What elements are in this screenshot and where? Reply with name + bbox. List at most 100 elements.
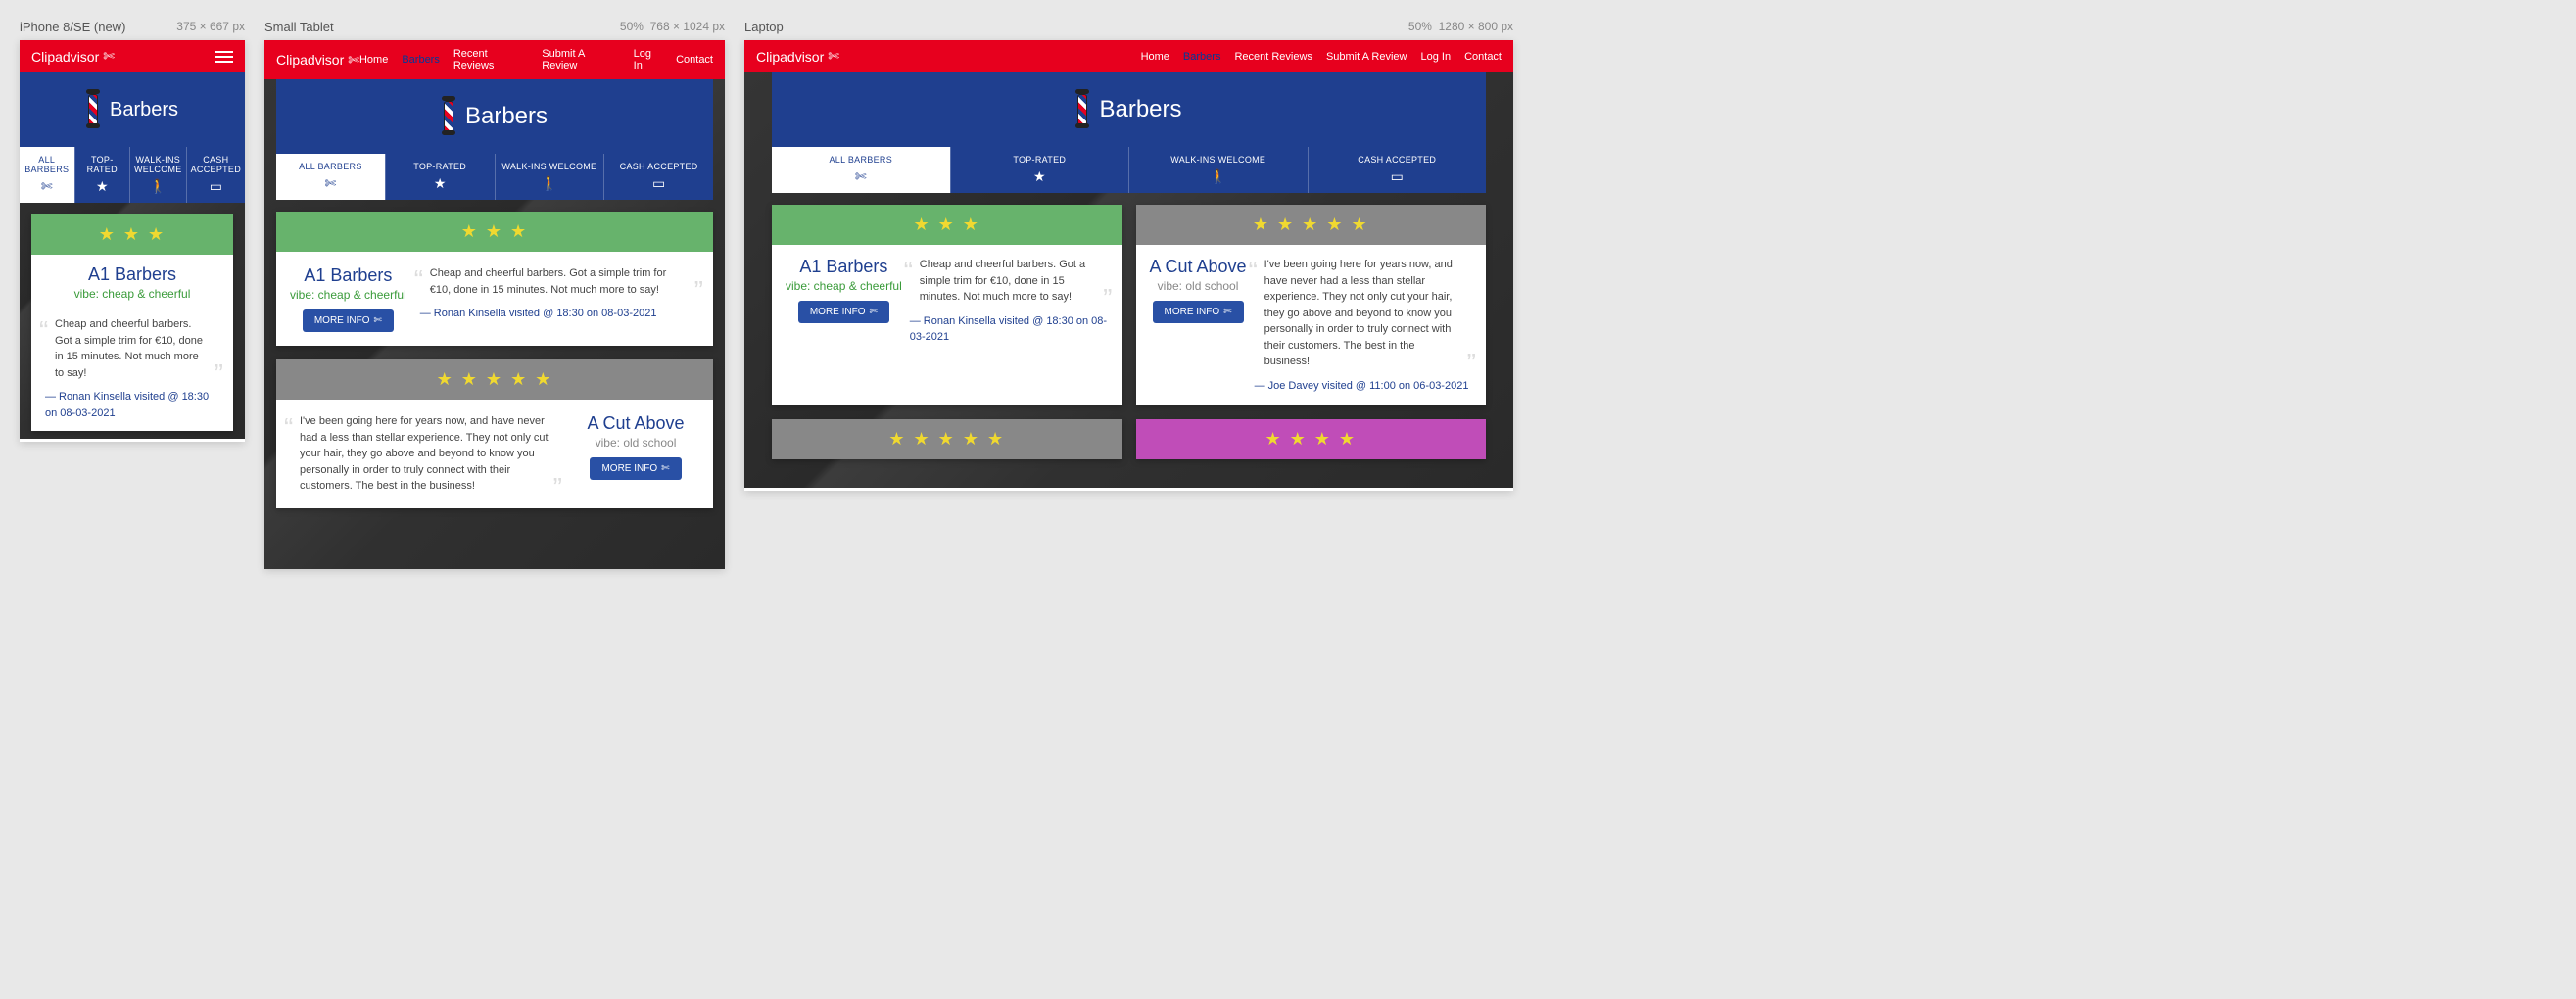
brand-text: Clipadvisor <box>756 49 824 65</box>
rating-stars: ★ ★ ★ <box>772 205 1122 245</box>
scissors-icon: ✄ <box>855 168 867 184</box>
nav-recent[interactable]: Recent Reviews <box>1234 51 1312 63</box>
walking-icon: 🚶 <box>1210 168 1226 184</box>
scissors-icon: ✄ <box>828 48 839 65</box>
cash-icon: ▭ <box>652 175 665 191</box>
walking-icon: 🚶 <box>150 178 167 194</box>
page-title: Barbers <box>465 103 548 130</box>
review-visited: — Ronan Kinsella visited @ 18:30 on 08-0… <box>910 313 1109 346</box>
button-label: MORE INFO <box>810 307 866 317</box>
hero-banner: Barbers <box>20 72 245 147</box>
topbar: Clipadvisor ✄ Home Barbers Recent Review… <box>264 40 725 79</box>
tab-cash[interactable]: CASH ACCEPTED▭ <box>603 154 713 200</box>
topbar: Clipadvisor ✄ <box>20 40 245 72</box>
tab-label: ALL BARBERS <box>776 155 946 165</box>
nav-barbers[interactable]: Barbers <box>402 54 440 66</box>
nav-submit[interactable]: Submit A Review <box>542 48 619 71</box>
tab-walkins[interactable]: WALK-INS WELCOME🚶 <box>129 147 186 203</box>
review-visited: — Ronan Kinsella visited @ 18:30 on 08-0… <box>45 389 219 421</box>
tab-label: WALK-INS WELCOME <box>1133 155 1304 165</box>
scissors-icon: ✄ <box>325 175 337 191</box>
rating-stars: ★ ★ ★ <box>276 212 713 252</box>
topbar: Clipadvisor ✄ Home Barbers Recent Review… <box>744 40 1513 72</box>
nav-login[interactable]: Log In <box>634 48 662 71</box>
barber-card: ★ ★ ★ ★ ★ <box>772 419 1122 459</box>
review-text: I've been going here for years now, and … <box>1255 257 1472 370</box>
brand[interactable]: Clipadvisor ✄ <box>756 48 839 65</box>
tab-cash[interactable]: CASH ACCEPTED▭ <box>186 147 245 203</box>
review-text: Cheap and cheerful barbers. Got a simple… <box>910 257 1109 306</box>
tab-label: ALL BARBERS <box>24 155 71 174</box>
rating-stars: ★ ★ ★ <box>31 214 233 255</box>
tab-label: TOP-RATED <box>955 155 1125 165</box>
tab-all-barbers[interactable]: ALL BARBERS ✄ <box>276 154 385 200</box>
barber-name[interactable]: A Cut Above <box>1150 257 1247 277</box>
nav-contact[interactable]: Contact <box>1464 51 1502 63</box>
nav-recent[interactable]: Recent Reviews <box>453 48 528 71</box>
brand[interactable]: Clipadvisor ✄ <box>31 48 115 65</box>
tab-label: ALL BARBERS <box>280 162 381 171</box>
barber-name[interactable]: A1 Barbers <box>45 264 219 285</box>
review-visited: — Joe Davey visited @ 11:00 on 06-03-202… <box>1255 378 1472 395</box>
viewport-dims: 50% 1280 × 800 px <box>1408 20 1513 34</box>
star-icon: ★ <box>1033 168 1046 184</box>
viewport-label: Small Tablet <box>264 20 334 34</box>
filter-tabs: ALL BARBERS ✄ TOP-RATED★ WALK-INS WELCOME… <box>20 147 245 203</box>
barber-vibe: vibe: cheap & cheerful <box>45 287 219 301</box>
nav-home[interactable]: Home <box>1141 51 1169 63</box>
more-info-button[interactable]: MORE INFO ✄ <box>590 457 681 480</box>
nav-links: Home Barbers Recent Reviews Submit A Rev… <box>1141 51 1502 63</box>
tab-label: CASH ACCEPTED <box>1312 155 1483 165</box>
scissors-icon: ✄ <box>41 178 53 194</box>
barber-vibe: vibe: old school <box>1150 279 1247 293</box>
tab-walkins[interactable]: WALK-INS WELCOME 🚶 <box>1128 147 1308 193</box>
nav-home[interactable]: Home <box>359 54 388 66</box>
barber-vibe: vibe: cheap & cheerful <box>786 279 902 293</box>
button-label: MORE INFO <box>1165 307 1220 317</box>
tab-label: WALK-INS WELCOME <box>500 162 600 171</box>
review-visited: — Ronan Kinsella visited @ 18:30 on 08-0… <box>420 306 699 322</box>
tab-cash[interactable]: CASH ACCEPTED ▭ <box>1308 147 1487 193</box>
page-title: Barbers <box>1099 96 1181 123</box>
hero-banner: Barbers <box>772 72 1486 147</box>
star-icon: ★ <box>96 178 109 194</box>
nav-links: Home Barbers Recent Reviews Submit A Rev… <box>359 48 713 71</box>
tab-top-rated[interactable]: TOP-RATED ★ <box>950 147 1129 193</box>
tab-all-barbers[interactable]: ALL BARBERS ✄ <box>20 147 74 203</box>
barber-pole-icon <box>86 92 100 127</box>
filter-tabs: ALL BARBERS ✄ TOP-RATED ★ WALK-INS WELCOME… <box>772 147 1486 193</box>
rating-stars: ★ ★ ★ ★ ★ <box>772 419 1122 459</box>
more-info-button[interactable]: MORE INFO ✄ <box>798 301 889 323</box>
barber-vibe: vibe: cheap & cheerful <box>290 288 406 302</box>
barber-card: ★ ★ ★ ★ <box>1136 419 1487 459</box>
barber-card: ★ ★ ★ A1 Barbers vibe: cheap & cheerful … <box>772 205 1122 405</box>
menu-button[interactable] <box>215 51 233 63</box>
review-text: Cheap and cheerful barbers. Got a simple… <box>45 316 219 381</box>
viewport-label: Laptop <box>744 20 784 34</box>
walking-icon: 🚶 <box>541 175 557 191</box>
brand[interactable]: Clipadvisor ✄ <box>276 52 359 69</box>
nav-login[interactable]: Log In <box>1420 51 1451 63</box>
brand-text: Clipadvisor <box>31 49 99 65</box>
barber-name[interactable]: A1 Barbers <box>786 257 902 277</box>
scissors-icon: ✄ <box>661 463 669 474</box>
star-icon: ★ <box>434 175 447 191</box>
tab-top-rated[interactable]: TOP-RATED★ <box>385 154 495 200</box>
tab-all-barbers[interactable]: ALL BARBERS ✄ <box>772 147 950 193</box>
more-info-button[interactable]: MORE INFO ✄ <box>303 309 394 332</box>
nav-barbers[interactable]: Barbers <box>1183 51 1221 63</box>
nav-submit[interactable]: Submit A Review <box>1326 51 1407 63</box>
cash-icon: ▭ <box>1391 168 1404 184</box>
barber-pole-icon <box>1075 92 1089 127</box>
barber-pole-icon <box>442 99 455 134</box>
tab-top-rated[interactable]: TOP-RATED★ <box>74 147 130 203</box>
barber-name[interactable]: A Cut Above <box>572 413 699 434</box>
more-info-button[interactable]: MORE INFO ✄ <box>1153 301 1244 323</box>
nav-contact[interactable]: Contact <box>676 54 713 66</box>
review-text: I've been going here for years now, and … <box>290 413 558 495</box>
button-label: MORE INFO <box>601 463 657 474</box>
tab-walkins[interactable]: WALK-INS WELCOME 🚶 <box>495 154 604 200</box>
hero-banner: Barbers <box>276 79 713 154</box>
barber-name[interactable]: A1 Barbers <box>290 265 406 286</box>
page-title: Barbers <box>110 99 178 121</box>
